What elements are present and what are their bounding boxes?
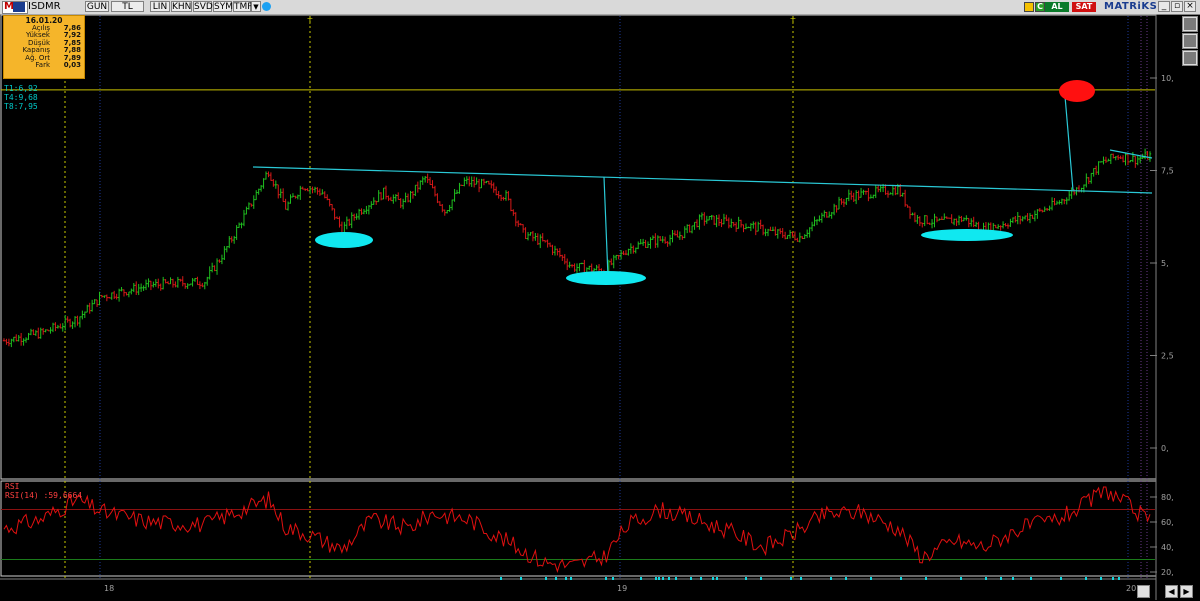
time-axis-tick (545, 577, 547, 580)
t-marker-label: T (790, 17, 796, 26)
rsi-tick-label: 80, (1161, 493, 1174, 502)
trend-label-1: T1:6,92 (4, 84, 38, 93)
time-axis-tick (1000, 577, 1002, 580)
rsi-title: RSI (5, 482, 20, 491)
target-projection-line (1064, 95, 1074, 191)
price-chart[interactable]: T T10,7,55,2,50,18 19 2080,60,40,20, (0, 0, 1200, 601)
y-tick-label: 5, (1161, 259, 1169, 268)
time-axis-tick (662, 577, 664, 580)
rsi-panel-border (0, 480, 1157, 577)
time-axis-tick (1012, 577, 1014, 580)
neckline-trendline (252, 166, 1153, 194)
time-axis-tick (870, 577, 872, 580)
horizontal-scrollbar[interactable]: ◀ ▶ (1135, 584, 1199, 599)
time-axis-tick (520, 577, 522, 580)
y-tick-label: 7,5 (1161, 167, 1174, 176)
time-axis-tick (745, 577, 747, 580)
trend-label-8: T8:7,95 (4, 102, 38, 111)
time-axis-tick (1118, 577, 1120, 580)
y-tick-label: 10, (1161, 74, 1174, 83)
time-axis-tick (690, 577, 692, 580)
time-axis-tick (500, 577, 502, 580)
time-axis-tick (1112, 577, 1114, 580)
trendline-labels: T1:6,92 T4:9,68 T8:7,95 (4, 84, 38, 111)
time-axis-tick (845, 577, 847, 580)
time-axis-tick (1060, 577, 1062, 580)
time-axis-tick (555, 577, 557, 580)
x-tick-label: 18 (104, 584, 114, 593)
time-axis-tick (800, 577, 802, 580)
rsi-value: :59,6664 (43, 491, 83, 500)
time-axis-tick (605, 577, 607, 580)
zoom-tool-icon[interactable] (1182, 33, 1198, 49)
time-axis-tick (1100, 577, 1102, 580)
diff-value: 0,03 (63, 61, 81, 70)
time-axis-tick (960, 577, 962, 580)
chart-window: M ISDMR GUN TL LIN KHN SVD SYM TMP ▼ C A… (0, 0, 1200, 601)
y-tick-label: 0, (1161, 444, 1169, 453)
time-axis-tick (760, 577, 762, 580)
time-axis-tick (716, 577, 718, 580)
time-axis-tick (985, 577, 987, 580)
y-tick-label: 2,5 (1161, 352, 1174, 361)
t-marker-label: T (307, 17, 313, 26)
x-tick-label: 19 (617, 584, 627, 593)
target-marker (1059, 80, 1095, 102)
right-shoulder-marker (921, 229, 1013, 241)
time-axis-tick (565, 577, 567, 580)
ohlc-info-box: 16.01.20 Açılış 7,86 Yüksek 7,92 Düşük 7,85… (3, 15, 85, 79)
time-axis-tick (790, 577, 792, 580)
time-axis-tick (900, 577, 902, 580)
rsi-tick-label: 40, (1161, 543, 1174, 552)
rsi-tick-label: 60, (1161, 518, 1174, 527)
rsi-line (3, 486, 1151, 573)
head-marker (566, 271, 646, 285)
time-axis-tick (1085, 577, 1087, 580)
crosshair-tool-icon[interactable] (1182, 16, 1198, 32)
time-axis-tick (1030, 577, 1032, 580)
price-panel-border (0, 14, 1157, 480)
time-axis-tick (700, 577, 702, 580)
scroll-right-icon[interactable]: ▶ (1180, 585, 1193, 598)
time-axis-tick (640, 577, 642, 580)
time-axis-tick (712, 577, 714, 580)
measure-line (603, 176, 609, 278)
time-axis-tick (830, 577, 832, 580)
time-axis-tick (925, 577, 927, 580)
time-axis-tick (675, 577, 677, 580)
time-axis-tick (655, 577, 657, 580)
time-axis-tick (668, 577, 670, 580)
left-shoulder-marker (315, 232, 373, 248)
rsi-series-label: RSI(14) (5, 491, 39, 500)
drawing-tool-icon[interactable] (1182, 50, 1198, 66)
diff-label: Fark (35, 61, 50, 70)
time-axis-tick (570, 577, 572, 580)
time-axis-tick (658, 577, 660, 580)
scroll-left-icon[interactable]: ◀ (1165, 585, 1178, 598)
trend-label-4: T4:9,68 (4, 93, 38, 102)
rsi-legend: RSI RSI(14) :59,6664 (5, 482, 82, 500)
rsi-tick-label: 20, (1161, 568, 1174, 577)
refresh-icon[interactable] (1137, 585, 1150, 598)
time-axis-tick (612, 577, 614, 580)
